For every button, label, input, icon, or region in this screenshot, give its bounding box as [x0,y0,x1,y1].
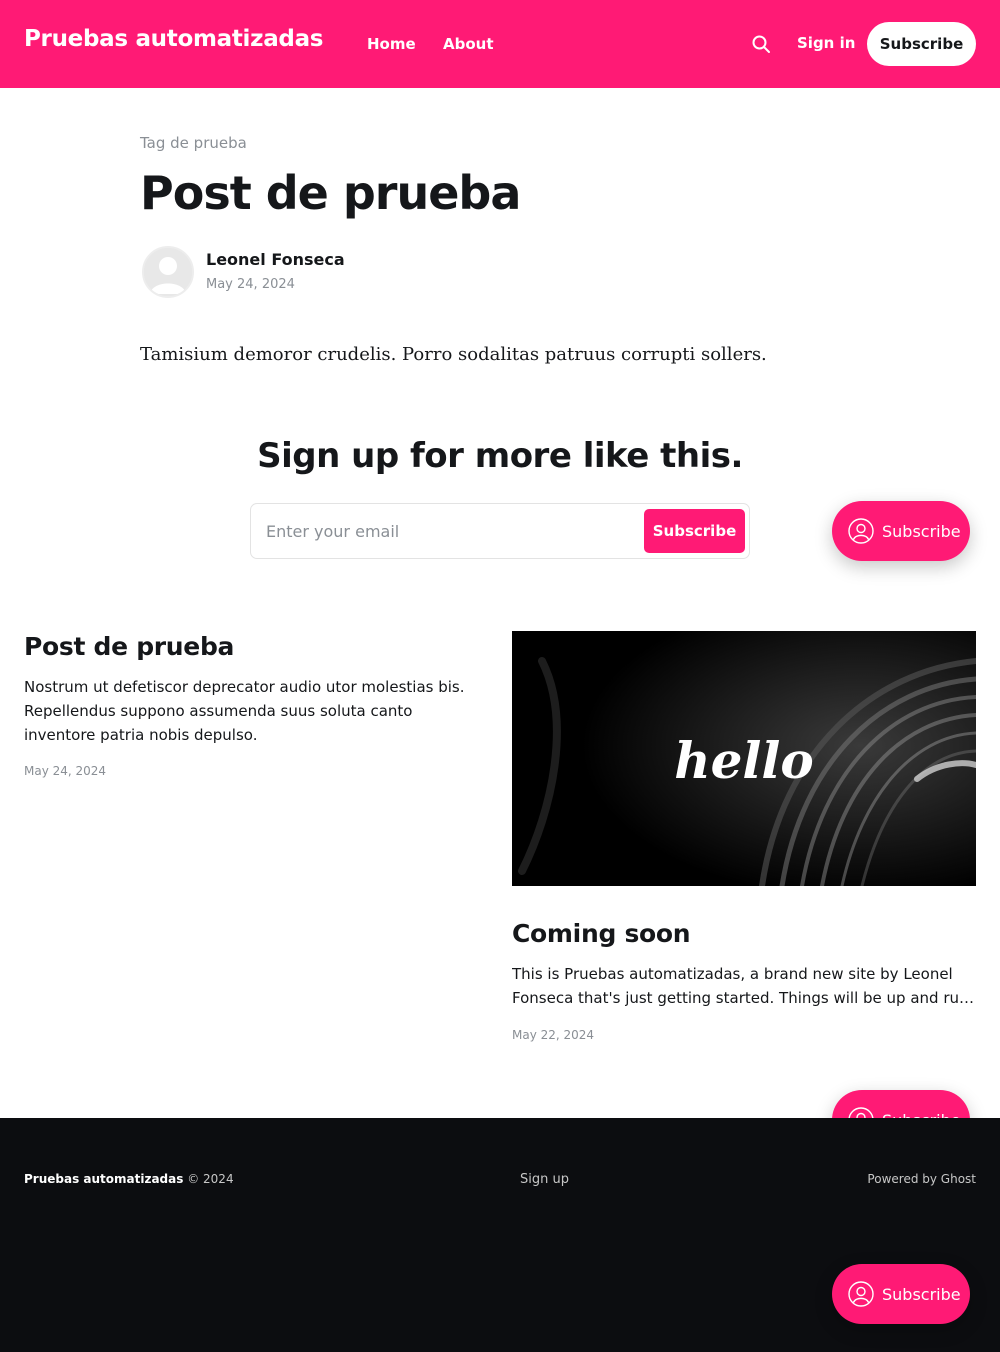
signup-form: Subscribe [250,503,750,559]
author-name[interactable]: Leonel Fonseca [206,250,345,269]
user-circle-icon [848,1281,874,1307]
floating-subscribe-button[interactable]: Subscribe [832,1264,970,1324]
feed-post-title[interactable]: Coming soon [512,919,691,948]
floating-subscribe-label: Subscribe [882,1284,961,1304]
feed-post-title[interactable]: Post de prueba [24,632,234,661]
excerpt-line: Fonseca that's just getting started. Thi… [512,989,976,1007]
feed-post-excerpt: This is Pruebas automatizadas, a brand n… [512,962,976,1010]
nav-item-home[interactable]: Home [367,35,416,53]
header-subscribe-button[interactable]: Subscribe [867,22,976,66]
feed-post-excerpt: Nostrum ut defetiscor deprecator audio u… [24,678,465,744]
feed-post-image[interactable]: hello [512,631,976,886]
search-icon[interactable] [751,34,771,54]
feed-post-date: May 24, 2024 [24,764,107,778]
post-date: May 24, 2024 [206,277,295,292]
site-header: Pruebas automatizadas Home About Sign in… [0,0,1000,88]
author-avatar[interactable] [142,246,194,298]
signup-cta-title: Sign up for more like this. [257,436,743,476]
footer-site-title[interactable]: Pruebas automatizadas [24,1172,183,1186]
copyright-text: © 2024 [187,1172,234,1186]
footer-signup-link[interactable]: Sign up [520,1172,569,1187]
footer-copyright: Pruebas automatizadas © 2024 [24,1172,234,1186]
excerpt-line: This is Pruebas automatizadas, a brand n… [512,965,953,983]
post-tag[interactable]: Tag de prueba [140,134,247,152]
floating-subscribe-label: Subscribe [882,521,961,541]
email-input[interactable] [251,504,641,558]
feed-post-date: May 22, 2024 [512,1028,595,1042]
post-title: Post de prueba [140,166,521,220]
image-caption: hello [674,731,814,790]
post-body: Tamisium demoror crudelis. Porro sodalit… [140,344,767,365]
site-logo[interactable]: Pruebas automatizadas [24,26,324,52]
cta-subscribe-button[interactable]: Subscribe [644,509,745,553]
user-silhouette-icon [144,248,192,296]
sign-in-link[interactable]: Sign in [797,34,855,52]
nav-item-about[interactable]: About [443,35,494,53]
hello-image: hello [512,631,976,886]
floating-subscribe-button[interactable]: Subscribe [832,501,970,561]
powered-by-link[interactable]: Powered by Ghost [867,1172,976,1186]
user-circle-icon [848,518,874,544]
